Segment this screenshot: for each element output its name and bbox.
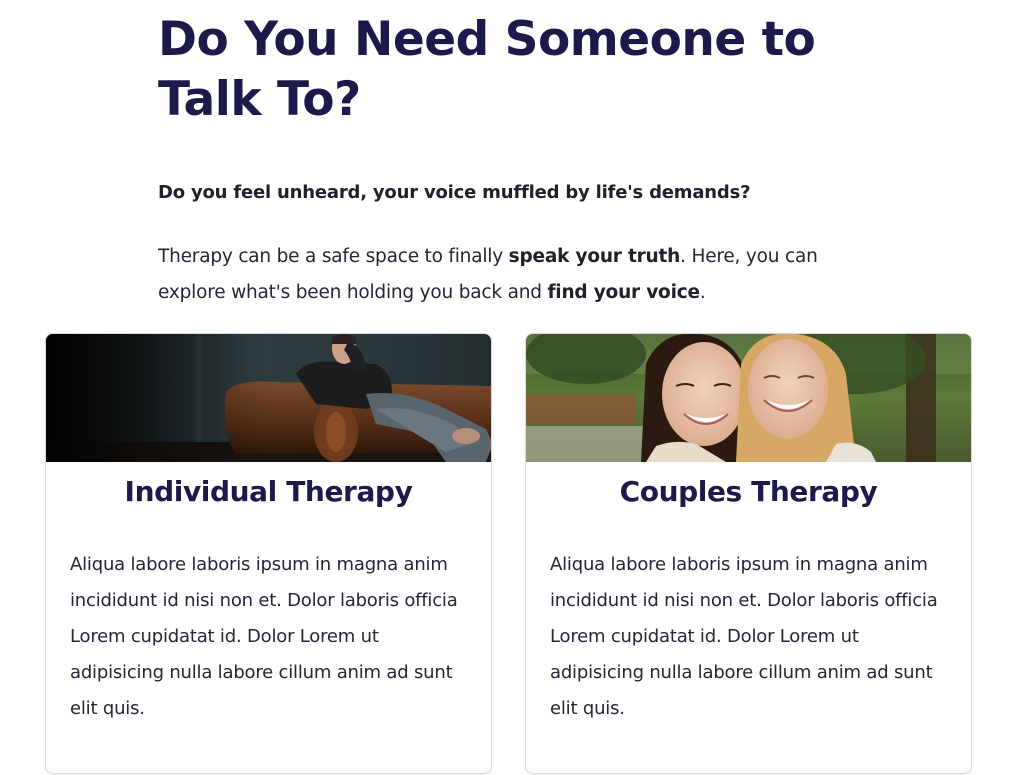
couples-therapy-card[interactable]: Couples Therapy Aliqua labore laboris ip… — [525, 333, 972, 774]
intro-bold-speak-truth: speak your truth — [508, 246, 681, 267]
card-title: Individual Therapy — [124, 475, 413, 508]
intro-bold-find-voice: find your voice — [547, 282, 700, 303]
individual-therapy-card[interactable]: Individual Therapy Aliqua labore laboris… — [45, 333, 492, 774]
intro-paragraph: Therapy can be a safe space to finally s… — [158, 239, 878, 311]
card-title: Couples Therapy — [619, 475, 878, 508]
page-title: Do You Need Someone to Talk To? — [158, 12, 816, 127]
intro-text-1: Therapy can be a safe space to finally — [158, 246, 509, 267]
card-description: Aliqua labore laboris ipsum in magna ani… — [70, 554, 458, 719]
two-women-smiling-photo — [526, 334, 971, 462]
hero-section: Do You Need Someone to Talk To? — [158, 10, 858, 130]
person-on-couch-photo — [46, 334, 491, 462]
intro-text-3: . — [699, 282, 706, 303]
card-description: Aliqua labore laboris ipsum in magna ani… — [550, 554, 938, 719]
intro-question: Do you feel unheard, your voice muffled … — [158, 182, 751, 203]
